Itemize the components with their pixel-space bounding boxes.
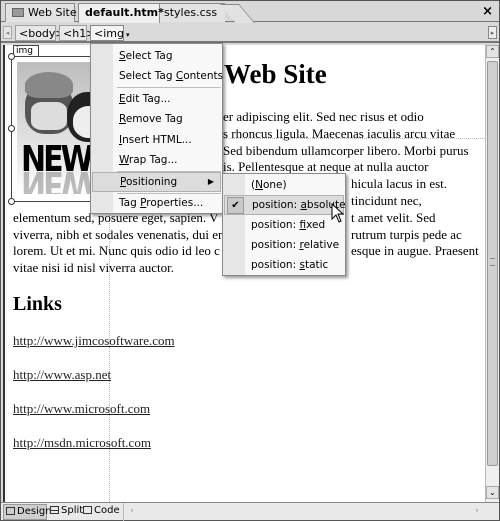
split-view-icon: [50, 506, 59, 514]
tab-styles-css[interactable]: styles.css: [157, 3, 225, 22]
tag-context-menu: Select Tag Select Tag Contents Edit Tag.…: [90, 43, 223, 214]
close-document-icon[interactable]: ×: [482, 4, 493, 19]
tab-default-htm[interactable]: default.htm*: [78, 3, 164, 23]
view-tab-code[interactable]: Code: [81, 504, 120, 520]
page-heading: Web Site: [224, 59, 327, 89]
tag-nav-scroll-left-icon[interactable]: ◂: [3, 26, 12, 39]
menu-item-select-tag[interactable]: Select Tag: [92, 46, 221, 66]
resize-handle-top-left[interactable]: [8, 53, 15, 60]
scroll-right-icon[interactable]: ›: [471, 506, 483, 518]
submenu-item-position-absolute[interactable]: ✔ position: absolute: [224, 195, 346, 215]
menu-item-remove-tag[interactable]: Remove Tag: [92, 109, 221, 129]
submenu-item-position-static[interactable]: position: static: [224, 255, 344, 275]
scroll-up-icon[interactable]: ⌃: [486, 45, 499, 58]
submenu-item-position-relative[interactable]: position: relative: [224, 235, 344, 255]
tag-crumb-h1[interactable]: <h1>: [59, 25, 95, 41]
tag-nav-scroll-right-icon[interactable]: ▸: [488, 26, 497, 39]
scrollbar-thumb[interactable]: [487, 61, 498, 466]
tab-label: Web Site: [28, 6, 77, 19]
code-view-icon: [83, 506, 92, 514]
tag-crumb-body[interactable]: <body>: [15, 25, 65, 41]
menu-item-edit-tag[interactable]: Edit Tag...: [92, 89, 221, 109]
link-asp-net[interactable]: http://www.asp.net: [13, 367, 111, 383]
menu-separator: [117, 87, 221, 88]
design-view-icon: [6, 507, 15, 515]
scroll-left-icon[interactable]: ‹: [126, 506, 138, 518]
link-jimcosoftware[interactable]: http://www.jimcosoftware.com: [13, 333, 175, 349]
website-icon: [12, 8, 24, 17]
tab-label: default.htm*: [85, 6, 164, 19]
paragraph-line: s rhoncus ligula. Maecenas iaculis arcu …: [223, 125, 456, 141]
link-msdn[interactable]: http://msdn.microsoft.com: [13, 435, 151, 451]
tab-label: styles.css: [164, 6, 218, 19]
submenu-item-position-fixed[interactable]: position: fixed: [224, 215, 344, 235]
links-heading: Links: [13, 293, 62, 315]
mouse-pointer-icon: [331, 203, 345, 223]
view-switcher-bar: Design Split Code ‹ ›: [1, 502, 499, 521]
menu-item-positioning[interactable]: Positioning ▶: [92, 172, 221, 192]
paragraph-line: er adipiscing elit. Sed nec risus et odi…: [223, 109, 424, 124]
view-tab-split[interactable]: Split: [48, 504, 83, 520]
divider: [123, 503, 124, 521]
tag-navigator: ◂ <body> <h1> <img ▾ ▸: [1, 23, 499, 43]
document-tab-strip: Web Site styles.css default.htm* ×: [1, 1, 499, 23]
link-microsoft[interactable]: http://www.microsoft.com: [13, 401, 150, 417]
submenu-arrow-icon: ▶: [207, 177, 214, 186]
tab-web-site[interactable]: Web Site: [5, 3, 77, 22]
scroll-down-icon[interactable]: ⌄: [486, 486, 499, 499]
menu-item-select-tag-contents[interactable]: Select Tag Contents: [92, 66, 223, 86]
view-tab-design[interactable]: Design: [3, 504, 52, 520]
positioning-submenu: (None) ✔ position: absolute position: fix…: [222, 173, 346, 276]
paragraph-line: Sed bibendum ullamcorper libero. Morbi p…: [223, 142, 469, 158]
editor-window: Web Site styles.css default.htm* × ◂ <bo…: [0, 0, 500, 521]
menu-item-tag-properties[interactable]: Tag Properties...: [92, 193, 221, 213]
tag-crumb-label: <img: [94, 27, 124, 40]
tag-crumb-img[interactable]: <img ▾: [90, 25, 130, 41]
submenu-item-none[interactable]: (None): [224, 175, 344, 195]
chevron-down-icon: ▾: [125, 31, 130, 39]
vertical-scrollbar[interactable]: ⌃ ⌄: [485, 45, 499, 502]
checkmark-icon: ✔: [227, 197, 244, 214]
menu-item-insert-html[interactable]: Insert HTML...: [92, 130, 221, 150]
menu-item-wrap-tag[interactable]: Wrap Tag...: [92, 150, 221, 170]
grip-icon: [490, 258, 495, 266]
